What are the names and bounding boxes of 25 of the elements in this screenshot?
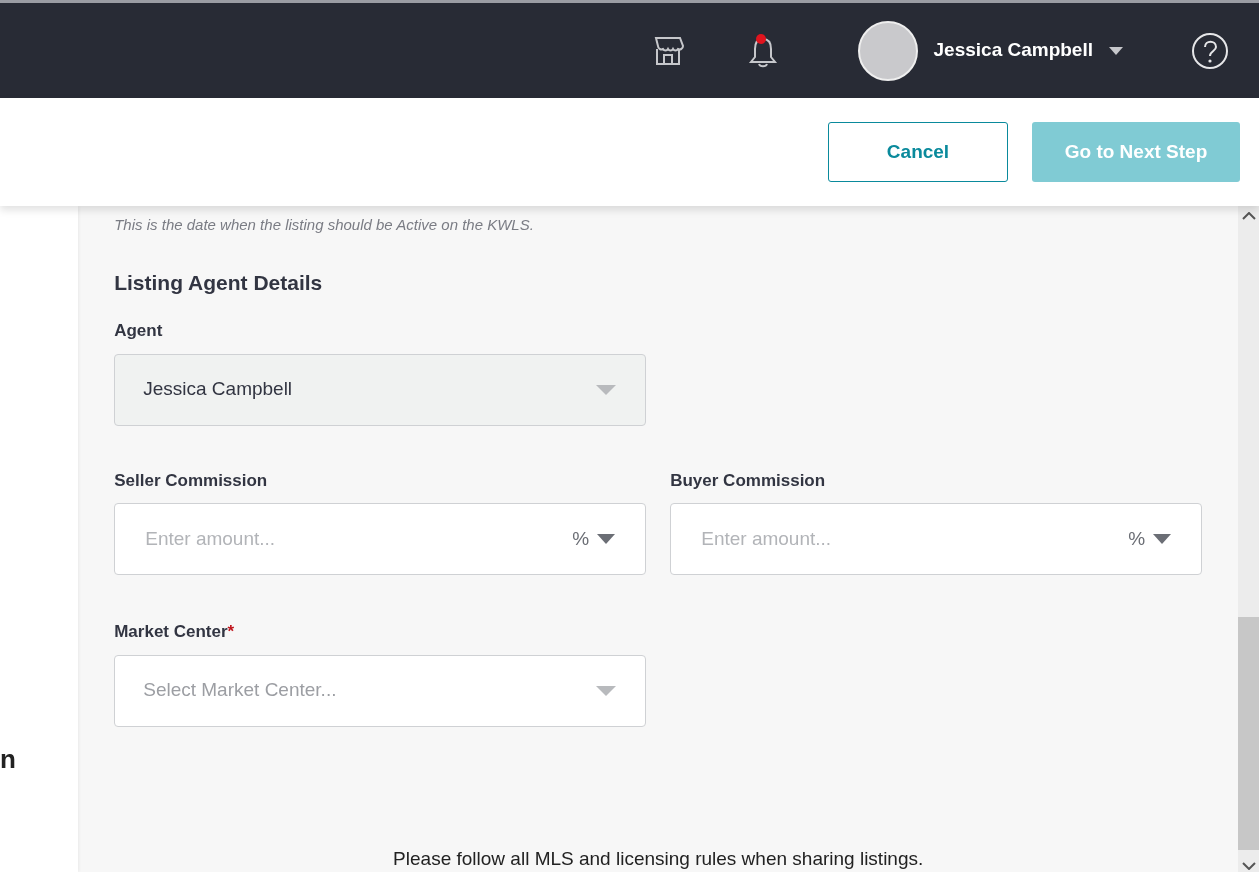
caret-icon[interactable] (597, 534, 616, 544)
agent-dropdown: Jessica Campbell (114, 353, 647, 426)
footer-note: Please follow all MLS and licensing rules when sharing listings. (392, 846, 925, 871)
hint-text: This is the date when the listing should be Active on the KWLS. (114, 215, 535, 235)
caret-icon[interactable] (1109, 46, 1123, 55)
caret-icon[interactable] (1153, 534, 1172, 544)
scrollbar-thumb[interactable] (1238, 617, 1259, 850)
chevron-up-icon[interactable] (1242, 212, 1257, 220)
commission-field[interactable]: Enter amount... % (114, 503, 647, 575)
unit-label[interactable]: % (1128, 524, 1146, 554)
caret-icon (595, 684, 618, 697)
unit-label[interactable]: % (572, 524, 590, 554)
scrollbar[interactable] (1238, 206, 1259, 872)
cancel-button[interactable]: Cancel (828, 122, 1008, 182)
field-label: Buyer Commission (670, 469, 827, 492)
field-label: Market Center* (114, 621, 236, 643)
commission-field[interactable]: Enter amount... % (670, 503, 1203, 575)
left-panel-text: n (0, 743, 16, 776)
user-name[interactable]: Jessica Campbell (933, 36, 1093, 65)
field-label: Agent (114, 320, 164, 342)
help-icon[interactable] (1191, 31, 1229, 70)
section-title: Listing Agent Details (114, 269, 324, 296)
chevron-down-icon[interactable] (1242, 862, 1257, 870)
caret-icon (595, 383, 618, 396)
field-label: Seller Commission (114, 469, 269, 492)
